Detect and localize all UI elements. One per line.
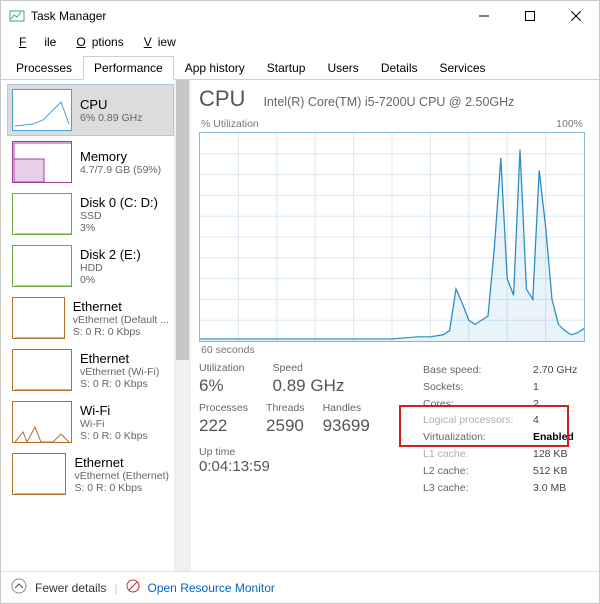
sidebar-item-ethernet[interactable]: EthernetvEthernet (Wi-Fi)S: 0 R: 0 Kbps <box>7 344 174 396</box>
info-virtualization: Virtualization:Enabled <box>423 429 585 446</box>
sidebar-item-memory[interactable]: Memory4.7/7.9 GB (59%) <box>7 136 174 188</box>
sidebar-item-sub2: S: 0 R: 0 Kbps <box>80 378 159 390</box>
chart-header: % Utilization 100% <box>201 118 583 130</box>
minimize-button[interactable] <box>461 1 507 31</box>
tab-performance[interactable]: Performance <box>83 56 174 80</box>
tab-users[interactable]: Users <box>316 56 369 80</box>
sidebar-item-sub2: S: 0 R: 0 Kbps <box>73 326 169 338</box>
sidebar-thumb <box>12 89 72 131</box>
chart-bottom-label: 60 seconds <box>201 344 585 356</box>
stat-uptime: Up time 0:04:13:59 <box>199 446 399 475</box>
sidebar-item-disk-2-e-[interactable]: Disk 2 (E:)HDD0% <box>7 240 174 292</box>
app-icon <box>9 8 25 24</box>
sidebar-thumb <box>12 141 72 183</box>
sidebar-item-sub2: S: 0 R: 0 Kbps <box>80 430 148 442</box>
sidebar-item-sub: HDD <box>80 262 141 274</box>
sidebar-item-sub: Wi-Fi <box>80 418 148 430</box>
stat-utilization: Utilization 6% <box>199 362 245 402</box>
menu-options[interactable]: Options <box>64 33 129 51</box>
menu-view[interactable]: View <box>132 33 182 51</box>
sidebar-item-ethernet[interactable]: EthernetvEthernet (Default ...S: 0 R: 0 … <box>7 292 174 344</box>
menu-file[interactable]: File <box>7 33 62 51</box>
sidebar-item-name: Memory <box>80 149 161 164</box>
tab-startup[interactable]: Startup <box>256 56 317 80</box>
cpu-model: Intel(R) Core(TM) i5-7200U CPU @ 2.50GHz <box>263 95 514 109</box>
stat-speed: Speed 0.89 GHz <box>273 362 345 402</box>
chevron-up-icon[interactable] <box>11 578 27 597</box>
titlebar: Task Manager <box>1 1 599 31</box>
sidebar-item-cpu[interactable]: CPU6% 0.89 GHz <box>7 84 174 136</box>
sidebar-item-sub: vEthernet (Wi-Fi) <box>80 366 159 378</box>
tab-apphistory[interactable]: App history <box>174 56 256 80</box>
open-resource-monitor-link[interactable]: Open Resource Monitor <box>148 581 275 595</box>
tab-details[interactable]: Details <box>370 56 429 80</box>
tab-processes[interactable]: Processes <box>5 56 83 80</box>
tab-bar: Processes Performance App history Startu… <box>1 55 599 80</box>
sidebar-item-disk-0-c-d-[interactable]: Disk 0 (C: D:)SSD3% <box>7 188 174 240</box>
window-title: Task Manager <box>31 9 461 23</box>
tab-services[interactable]: Services <box>429 56 497 80</box>
sidebar-item-name: Ethernet <box>74 455 169 470</box>
sidebar-thumb <box>12 193 72 235</box>
footer: Fewer details | Open Resource Monitor <box>1 571 599 603</box>
info-l1-cache: L1 cache:128 KB <box>423 446 585 463</box>
sidebar-item-sub: SSD <box>80 210 158 222</box>
sidebar-item-name: Ethernet <box>73 299 169 314</box>
stat-processes: Processes 222 <box>199 402 248 442</box>
sidebar-item-name: Wi-Fi <box>80 403 148 418</box>
sidebar-thumb <box>12 401 72 443</box>
chart-top-left-label: % Utilization <box>201 118 259 130</box>
resource-monitor-icon <box>126 579 140 596</box>
task-manager-window: Task Manager File Options View Processes… <box>0 0 600 604</box>
fewer-details-link[interactable]: Fewer details <box>35 581 106 595</box>
stat-threads: Threads 2590 <box>266 402 305 442</box>
sidebar-thumb <box>12 245 72 287</box>
scrollbar-thumb[interactable] <box>176 80 189 360</box>
footer-separator: | <box>114 581 117 595</box>
info-l2-cache: L2 cache:512 KB <box>423 463 585 480</box>
info-l3-cache: L3 cache:3.0 MB <box>423 480 585 497</box>
sidebar-item-sub2: 0% <box>80 274 141 286</box>
sidebar-thumb <box>12 349 72 391</box>
maximize-button[interactable] <box>507 1 553 31</box>
sidebar-item-name: CPU <box>80 97 142 112</box>
sidebar-item-sub: 6% 0.89 GHz <box>80 112 142 124</box>
sidebar-scrollbar[interactable] <box>174 80 191 571</box>
sidebar-item-ethernet[interactable]: EthernetvEthernet (Ethernet)S: 0 R: 0 Kb… <box>7 448 174 500</box>
sidebar-item-sub: 4.7/7.9 GB (59%) <box>80 164 161 176</box>
window-buttons <box>461 1 599 31</box>
stat-handles: Handles 93699 <box>323 402 370 442</box>
sidebar-item-sub2: S: 0 R: 0 Kbps <box>74 482 169 494</box>
sidebar-item-name: Ethernet <box>80 351 159 366</box>
info-base-speed: Base speed:2.70 GHz <box>423 362 585 379</box>
sidebar-thumb <box>12 453 66 495</box>
sidebar-item-name: Disk 2 (E:) <box>80 247 141 262</box>
main-header: CPU Intel(R) Core(TM) i5-7200U CPU @ 2.5… <box>199 86 585 116</box>
sidebar-item-wi-fi[interactable]: Wi-FiWi-FiS: 0 R: 0 Kbps <box>7 396 174 448</box>
sidebar-item-sub2: 3% <box>80 222 158 234</box>
sidebar-item-sub: vEthernet (Default ... <box>73 314 169 326</box>
sidebar-item-sub: vEthernet (Ethernet) <box>74 470 169 482</box>
close-button[interactable] <box>553 1 599 31</box>
sidebar: CPU6% 0.89 GHzMemory4.7/7.9 GB (59%)Disk… <box>1 80 191 571</box>
stats-area: Utilization 6% Speed 0.89 GHz Processes … <box>199 362 585 496</box>
info-logical-processors: Logical processors:4 <box>423 412 585 429</box>
content-body: CPU6% 0.89 GHzMemory4.7/7.9 GB (59%)Disk… <box>1 80 599 571</box>
info-sockets: Sockets:1 <box>423 379 585 396</box>
chart-top-right-label: 100% <box>556 118 583 130</box>
sidebar-thumb <box>12 297 65 339</box>
info-cores: Cores:2 <box>423 396 585 413</box>
resource-title: CPU <box>199 86 245 112</box>
cpu-utilization-chart[interactable] <box>199 132 585 342</box>
menubar: File Options View <box>1 31 599 55</box>
main-panel: CPU Intel(R) Core(TM) i5-7200U CPU @ 2.5… <box>191 80 599 571</box>
sidebar-item-name: Disk 0 (C: D:) <box>80 195 158 210</box>
sidebar-list: CPU6% 0.89 GHzMemory4.7/7.9 GB (59%)Disk… <box>1 80 174 571</box>
